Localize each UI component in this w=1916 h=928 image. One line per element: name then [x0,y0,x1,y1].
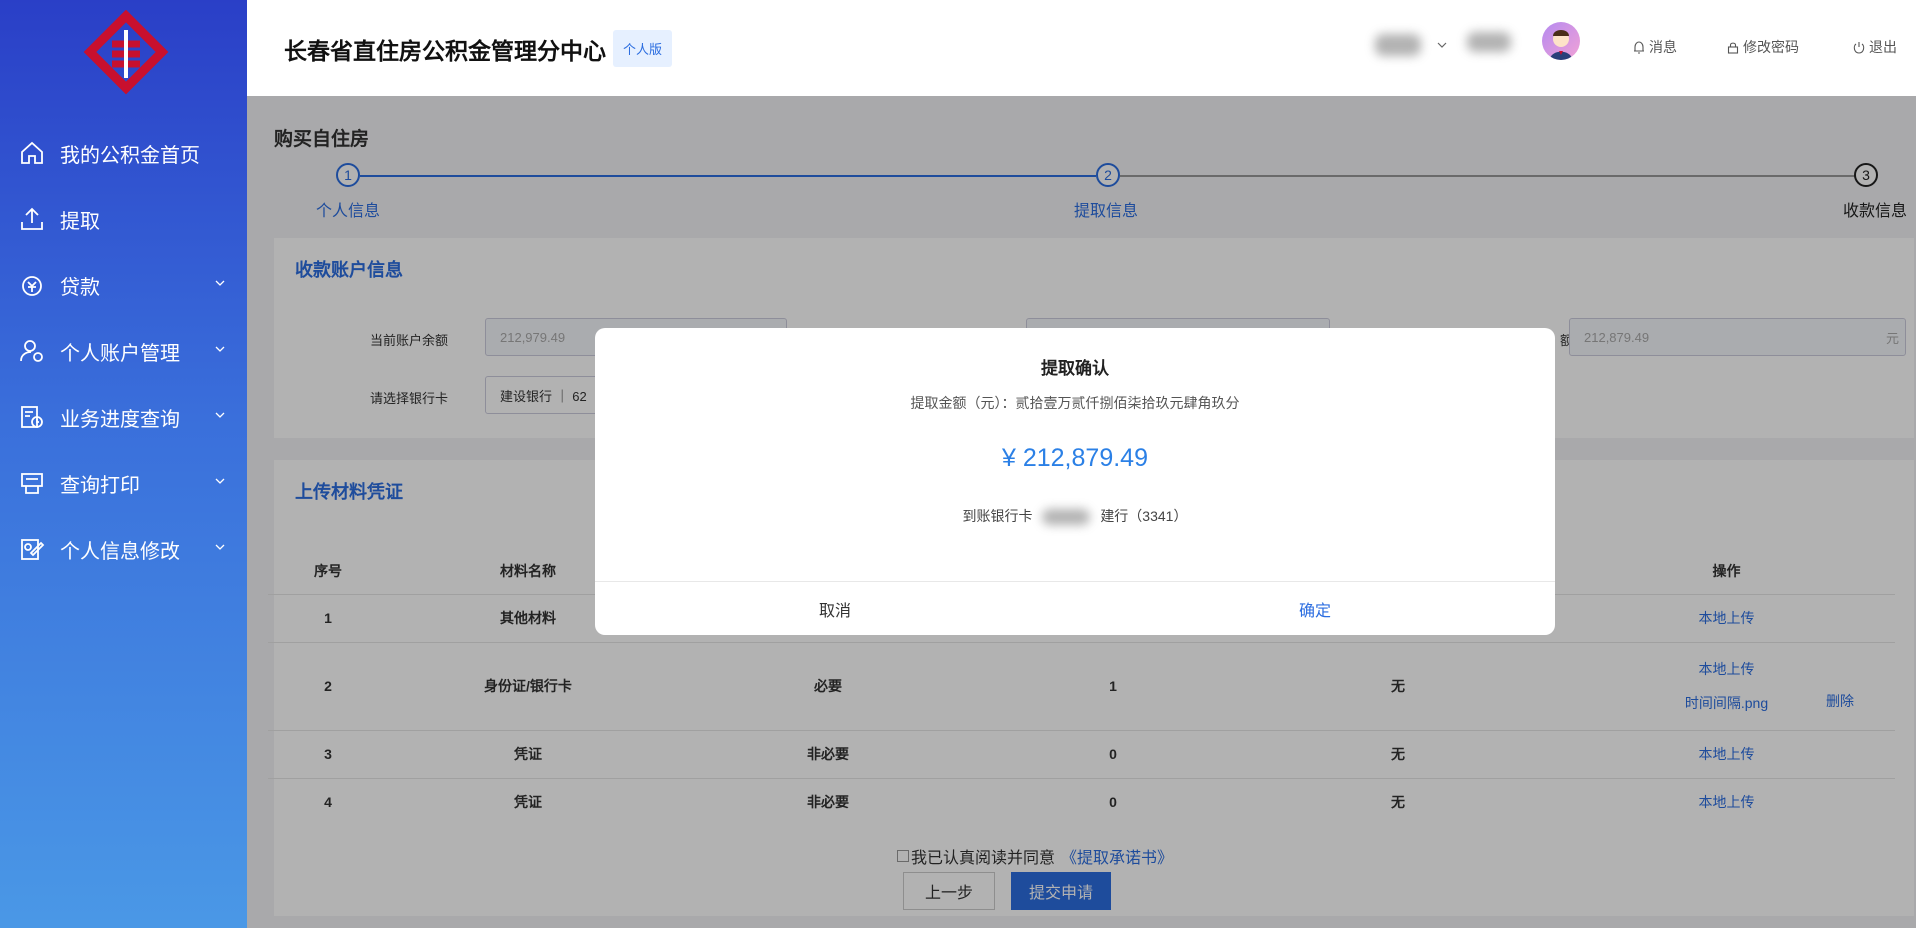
amount-value: ¥ 212,879.49 [1002,444,1148,472]
user-settings-icon [18,337,46,365]
sidebar-item-print[interactable]: 查询打印 [0,450,247,516]
bank-suffix: 建行（3341） [1100,508,1188,524]
page-title: 长春省直住房公积金管理分中心 [284,38,606,64]
sidebar-item-account[interactable]: 个人账户管理 [0,318,247,384]
logout-label: 退出 [1869,39,1897,55]
home-icon [18,139,46,167]
logout-link[interactable]: 退出 [1853,37,1897,57]
bank-card-info: 到账银行卡 建行（3341） [595,506,1555,526]
bell-icon [1634,40,1644,54]
chevron-down-icon [215,412,225,418]
dialog-title: 提取确认 [1041,359,1109,378]
sidebar-item-loan[interactable]: 贷款 [0,252,247,318]
sidebar-item-progress[interactable]: 业务进度查询 [0,384,247,450]
sidebar: 我的公积金首页 提取 贷款 个人账户管理 业务进度查询 查询打印 个人信息修改 [0,0,247,928]
chevron-down-icon [215,544,225,550]
edit-profile-icon [18,535,46,563]
sidebar-item-label: 贷款 [60,276,100,299]
chevron-down-icon [215,346,225,352]
top-header: 长春省直住房公积金管理分中心 个人版 消息 修改密码 退出 [247,0,1916,96]
chevron-down-icon[interactable] [1437,40,1447,50]
chevron-down-icon [215,280,225,286]
lock-icon [1727,42,1739,54]
confirm-button[interactable]: 确定 [1075,582,1555,635]
sidebar-item-home[interactable]: 我的公积金首页 [0,120,247,186]
bank-prefix: 到账银行卡 [962,508,1033,524]
change-password-link[interactable]: 修改密码 [1727,37,1799,57]
messages-link[interactable]: 消息 [1633,37,1677,57]
card-owner-blurred [1042,509,1091,526]
sidebar-item-withdraw[interactable]: 提取 [0,186,247,252]
sidebar-item-profile[interactable]: 个人信息修改 [0,516,247,582]
version-badge: 个人版 [613,30,673,67]
sidebar-item-label: 提取 [60,210,100,233]
sidebar-nav: 我的公积金首页 提取 贷款 个人账户管理 业务进度查询 查询打印 个人信息修改 [0,120,247,582]
logo-icon [82,9,170,98]
chevron-down-icon [215,478,225,484]
username-blurred[interactable] [1375,34,1421,56]
dialog-footer: 取消 确定 [595,581,1555,635]
amount-in-words: 提取金额（元）：贰拾壹万贰仟捌佰柒拾玖元肆角玖分 [910,395,1240,411]
sidebar-item-label: 业务进度查询 [60,408,180,431]
sidebar-item-label: 我的公积金首页 [60,144,200,167]
money-bag-icon [18,271,46,299]
account-blurred [1467,32,1511,52]
cancel-button[interactable]: 取消 [595,582,1075,635]
sidebar-item-label: 个人信息修改 [60,540,180,563]
change-password-label: 修改密码 [1743,39,1799,55]
upload-icon [18,205,46,233]
withdraw-confirm-dialog: 提取确认 提取金额（元）：贰拾壹万贰仟捌佰柒拾玖元肆角玖分 ¥ 212,879.… [595,328,1555,635]
sidebar-item-label: 个人账户管理 [60,342,180,365]
sidebar-item-label: 查询打印 [60,474,140,497]
messages-label: 消息 [1649,39,1677,55]
printer-icon [18,469,46,497]
progress-query-icon [18,403,46,431]
power-icon [1853,41,1865,54]
avatar[interactable] [1542,22,1580,60]
